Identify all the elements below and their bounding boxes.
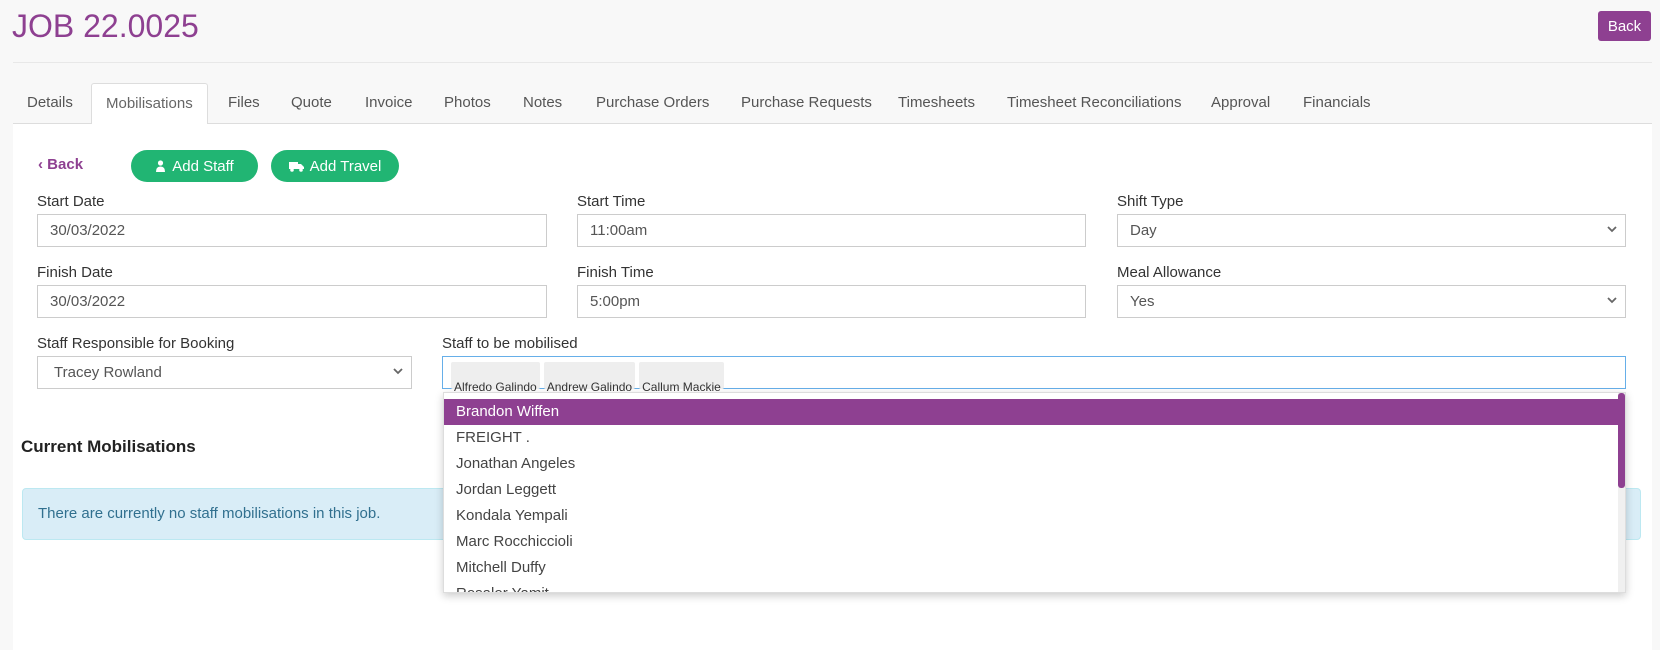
tab-mobilisations[interactable]: Mobilisations [91,83,208,125]
tab-purchase-orders[interactable]: Purchase Orders [582,83,723,125]
tab-details[interactable]: Details [13,83,87,125]
dropdown-option[interactable]: Jonathan Angeles [444,451,1625,477]
staff-dropdown-list: Brandon Wiffen FREIGHT . Jonathan Angele… [443,392,1626,593]
start-date-label: Start Date [37,193,105,210]
tab-invoice[interactable]: Invoice [351,83,427,125]
start-date-input[interactable]: 30/03/2022 [37,214,547,247]
divider [13,62,1652,63]
current-mobilisations-heading: Current Mobilisations [21,437,196,456]
dropdown-option[interactable]: Marc Rocchiccioli [444,529,1625,555]
tab-files[interactable]: Files [214,83,274,125]
add-travel-button[interactable]: Add Travel [271,150,399,182]
selected-staff-chip[interactable]: Callum Mackie [639,362,724,394]
meal-allowance-label: Meal Allowance [1117,264,1222,281]
tab-timesheet-reconciliations[interactable]: Timesheet Reconciliations [993,83,1196,125]
finish-time-label: Finish Time [577,264,654,281]
tab-approval[interactable]: Approval [1197,83,1284,125]
staff-mobilised-multiselect[interactable]: Alfredo Galindo Andrew Galindo Callum Mack… [442,356,1626,394]
tab-notes[interactable]: Notes [509,83,576,125]
tab-financials[interactable]: Financials [1289,83,1385,125]
start-time-label: Start Time [577,193,646,210]
dropdown-option[interactable]: Jordan Leggett [444,477,1625,503]
start-time-input[interactable]: 11:00am [577,214,1086,247]
finish-date-input[interactable]: 30/03/2022 [37,285,547,318]
finish-time-input[interactable]: 5:00pm [577,285,1086,318]
tab-bar: Details Mobilisations Files Quote Invoic… [13,83,1652,125]
shift-type-select[interactable]: Day [1117,214,1626,247]
back-link[interactable]: ‹ Back [38,156,83,173]
truck-icon [288,161,304,172]
dropdown-option[interactable]: Kondala Yempali [444,503,1625,529]
back-button[interactable]: Back [1598,11,1651,41]
finish-date-label: Finish Date [37,264,113,281]
user-icon [156,160,166,172]
selected-staff-chip[interactable]: Andrew Galindo [543,362,636,394]
dropdown-option[interactable]: Brandon Wiffen [444,399,1625,425]
dropdown-option[interactable]: Mitchell Duffy [444,555,1625,581]
shift-type-label: Shift Type [1117,193,1184,210]
dropdown-option[interactable]: Rosalor Yamit [444,581,1625,592]
dropdown-option[interactable]: FREIGHT . [444,425,1625,451]
staff-responsible-select[interactable]: Tracey Rowland [37,356,412,389]
chevron-down-icon [393,368,403,375]
add-staff-button[interactable]: Add Staff [131,150,258,182]
tab-photos[interactable]: Photos [430,83,505,125]
scrollbar-thumb[interactable] [1618,393,1625,488]
chevron-left-icon: ‹ [38,156,48,173]
chevron-down-icon [1607,226,1617,233]
page-title: JOB 22.0025 [12,8,199,44]
dropdown-scrollbar[interactable] [1618,393,1625,592]
selected-staff-chip[interactable]: Alfredo Galindo [451,362,540,394]
staff-mobilised-label: Staff to be mobilised [442,335,578,352]
tab-quote[interactable]: Quote [277,83,346,125]
tab-timesheets[interactable]: Timesheets [884,83,989,125]
tab-purchase-requests[interactable]: Purchase Requests [727,83,886,125]
meal-allowance-select[interactable]: Yes [1117,285,1626,318]
staff-responsible-label: Staff Responsible for Booking [37,335,235,352]
chevron-down-icon [1607,297,1617,304]
